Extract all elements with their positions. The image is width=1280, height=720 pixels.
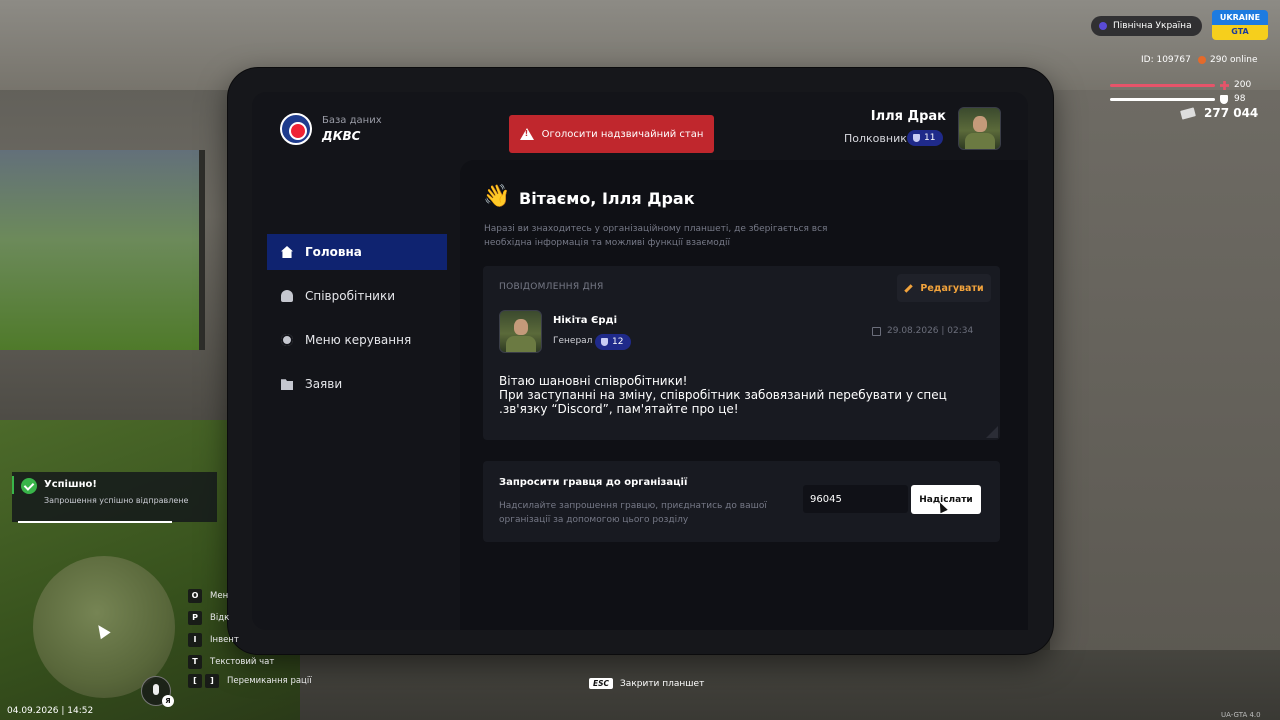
author-name: Нікіта Єрді xyxy=(553,315,618,326)
online-count: 290 online xyxy=(1198,55,1258,65)
user-avatar xyxy=(958,107,1001,150)
hotkey-key: ] xyxy=(205,674,219,688)
hotkey-key: I xyxy=(188,633,202,647)
armor-icon xyxy=(1220,95,1228,104)
author-rank-badge: 12 xyxy=(595,334,632,350)
post-date: 29.08.2026 | 02:34 xyxy=(872,326,973,336)
resize-handle-icon[interactable] xyxy=(986,426,998,438)
datetime: 04.09.2026 | 14:52 xyxy=(7,706,94,716)
health-value: 200 xyxy=(1234,80,1252,90)
money-value: 277 044 xyxy=(1204,106,1259,120)
toast-text: Запрошення успішно відправлене xyxy=(44,496,189,505)
server-name: Північна Україна xyxy=(1113,21,1192,31)
calendar-icon xyxy=(872,326,881,336)
warning-icon xyxy=(519,128,534,140)
organization-logo-icon xyxy=(280,113,312,145)
pencil-icon xyxy=(904,283,914,293)
sidebar-item-applications[interactable]: Заяви xyxy=(267,366,447,402)
esc-key: ESC xyxy=(589,678,614,689)
player-id: ID: 109767 xyxy=(1141,55,1191,65)
close-tablet-hint: ESC Закрити планшет xyxy=(589,678,704,689)
emergency-button-label: Оголосити надзвичайний стан xyxy=(541,128,704,140)
sidebar-item-management[interactable]: Меню керування xyxy=(267,322,447,358)
armor-bar xyxy=(1110,98,1215,101)
user-name: Ілля Драк xyxy=(870,109,946,124)
armor-value: 98 xyxy=(1234,94,1246,104)
edit-button-label: Редагувати xyxy=(920,282,984,294)
hotkey-inventory: I Інвент xyxy=(188,633,239,647)
mic-key: Я xyxy=(162,695,174,707)
user-rank-badge: 11 xyxy=(907,130,944,146)
shield-icon xyxy=(913,134,920,142)
hotkey-label: Відк xyxy=(210,613,230,623)
health-bar xyxy=(1110,84,1215,87)
tent-wall xyxy=(1050,90,1280,720)
folder-icon xyxy=(281,379,293,390)
server-badge: Північна Україна xyxy=(1091,16,1202,36)
sidebar-item-label: Співробітники xyxy=(305,289,396,303)
home-icon xyxy=(281,246,293,258)
tent-window xyxy=(0,150,205,350)
user-rank-level: 11 xyxy=(924,133,936,143)
motd-text: Вітаю шановні співробітники! При заступа… xyxy=(499,374,947,416)
hotkey-key: O xyxy=(188,589,202,603)
player-id-input[interactable] xyxy=(803,485,908,513)
page-title: Вітаємо, Ілля Драк xyxy=(519,189,695,208)
waving-hand-icon: 👋 xyxy=(483,184,511,209)
check-icon xyxy=(21,478,37,494)
db-subtitle: База даних xyxy=(322,115,382,126)
sidebar-item-label: Головна xyxy=(305,245,362,259)
shield-icon xyxy=(601,338,608,346)
gear-icon xyxy=(281,334,293,346)
hotkey-label: Інвент xyxy=(210,635,239,645)
hotkey-open: P Відк xyxy=(188,611,229,625)
esc-label: Закрити планшет xyxy=(620,678,705,689)
sidebar-item-label: Меню керування xyxy=(305,333,412,347)
brand-top: UKRAINE xyxy=(1219,13,1261,22)
hotkey-radio: [ ] Перемикання рації xyxy=(188,674,312,688)
invite-title: Запросити гравця до організації xyxy=(499,477,688,488)
toast-accent xyxy=(12,476,14,494)
hotkey-key: T xyxy=(188,655,202,669)
sidebar-item-home[interactable]: Головна xyxy=(267,234,447,270)
toast-title: Успішно! xyxy=(44,479,97,490)
sidebar-item-label: Заяви xyxy=(305,377,343,391)
author-rank-level: 12 xyxy=(612,337,624,347)
sidebar-item-employees[interactable]: Співробітники xyxy=(267,278,447,314)
author-avatar xyxy=(499,310,542,353)
hotkey-key: [ xyxy=(188,674,202,688)
author-rank: Генерал xyxy=(553,336,593,346)
hotkey-chat: T Текстовий чат xyxy=(188,655,274,669)
toast-progress xyxy=(18,521,172,523)
online-text: 290 online xyxy=(1210,55,1258,65)
db-title: ДКВС xyxy=(322,129,361,143)
user-rank: Полковник xyxy=(844,132,907,145)
hotkey-menu: O Мен xyxy=(188,589,228,603)
invite-description: Надсилайте запрошення гравцю, приєднатис… xyxy=(499,501,767,525)
hotkey-key: P xyxy=(188,611,202,625)
ground xyxy=(300,650,1280,720)
brand-bottom: GTA xyxy=(1231,27,1249,36)
hotkey-label: Перемикання рації xyxy=(227,676,312,686)
server-icon xyxy=(1099,22,1107,30)
page-description: Наразі ви знаходитесь у організаційному … xyxy=(484,224,828,248)
motd-label: ПОВІДОМЛЕННЯ ДНЯ xyxy=(499,282,604,292)
edit-button[interactable]: Редагувати xyxy=(897,274,991,302)
users-icon xyxy=(281,290,293,302)
post-date-text: 29.08.2026 | 02:34 xyxy=(887,326,974,336)
hotkey-label: Текстовий чат xyxy=(210,657,275,667)
version: UA-GTA 4.0 xyxy=(1221,711,1261,719)
hotkey-label: Мен xyxy=(210,591,229,601)
brand-logo: UKRAINE GTA xyxy=(1212,10,1268,40)
online-icon xyxy=(1198,56,1206,64)
declare-emergency-button[interactable]: Оголосити надзвичайний стан xyxy=(509,115,714,153)
